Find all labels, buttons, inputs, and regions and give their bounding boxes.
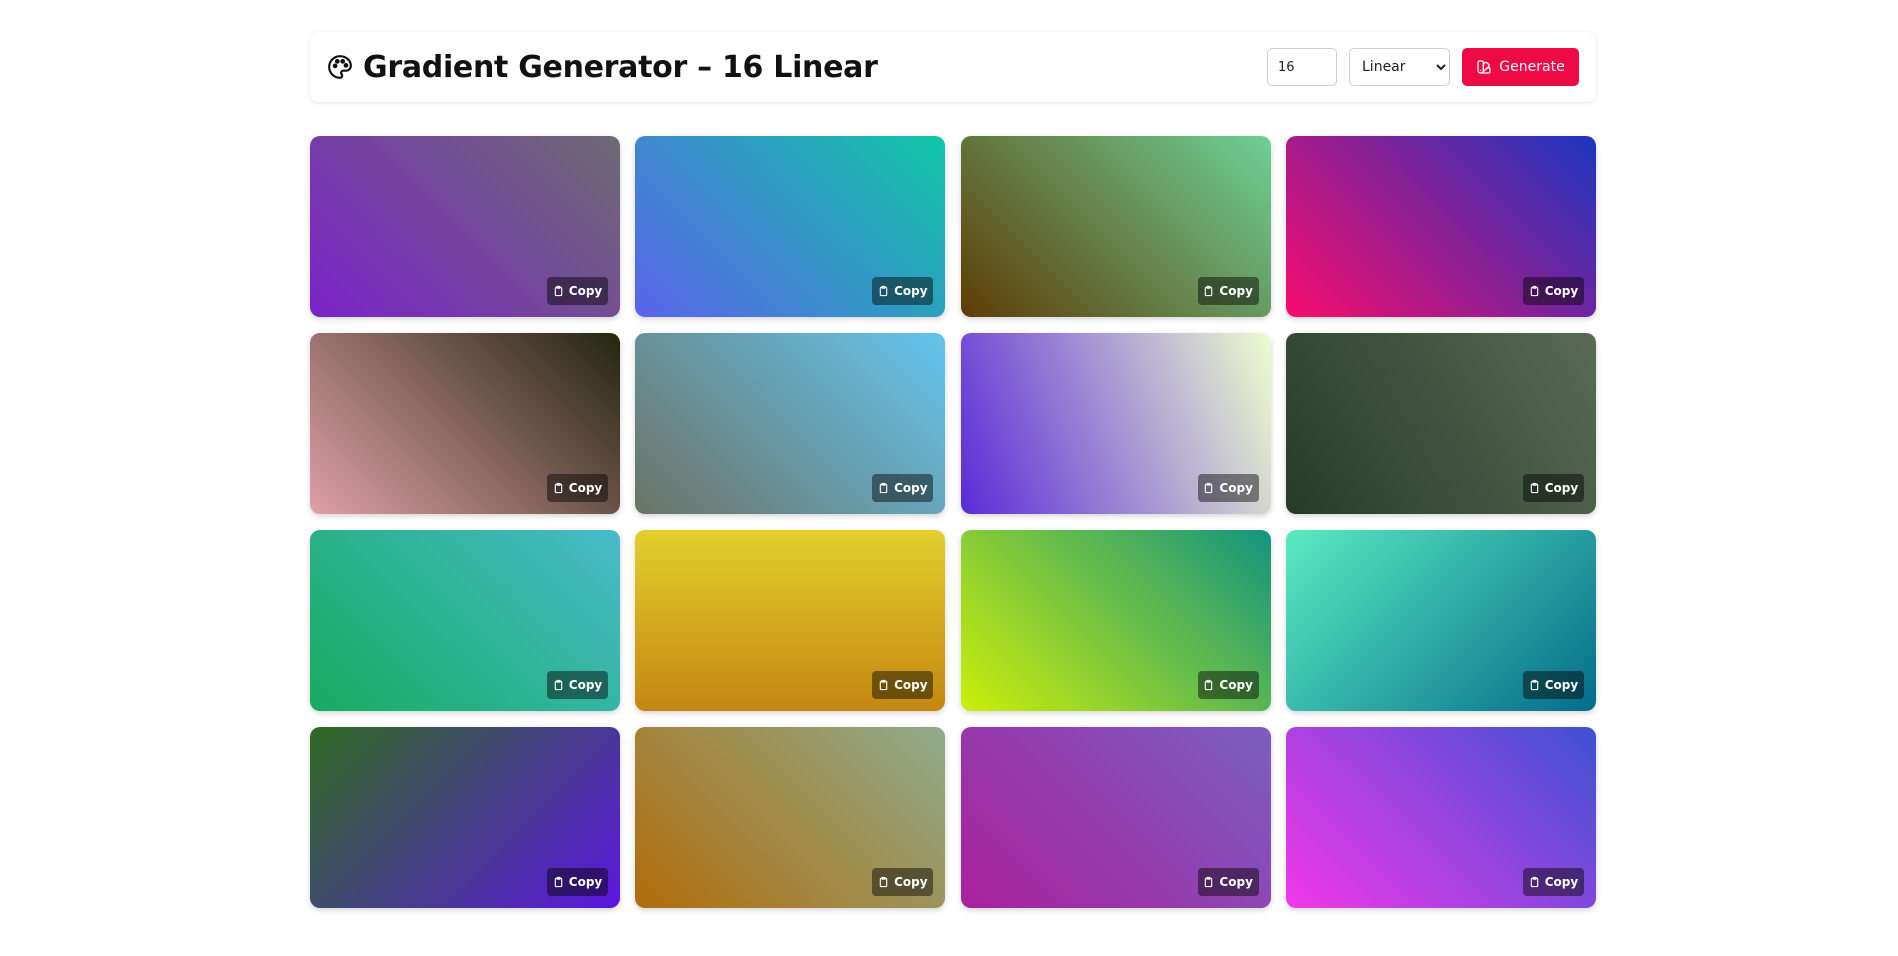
gradient-card[interactable]: Copy — [310, 333, 620, 514]
copy-button[interactable]: Copy — [1522, 474, 1584, 502]
copy-button[interactable]: Copy — [1197, 474, 1259, 502]
gradient-card[interactable]: Copy — [1285, 530, 1596, 711]
gradient-card[interactable]: Copy — [310, 530, 620, 711]
copy-button[interactable]: Copy — [1522, 868, 1584, 896]
gradient-type-select[interactable]: Linear — [1349, 48, 1450, 86]
page-title: Gradient Generator – 16 Linear — [363, 49, 878, 85]
title-group: Gradient Generator – 16 Linear — [327, 50, 878, 85]
copy-label: Copy — [894, 284, 928, 298]
copy-label: Copy — [1219, 481, 1253, 495]
clipboard-icon — [1203, 285, 1214, 297]
copy-button[interactable]: Copy — [872, 277, 934, 305]
copy-button[interactable]: Copy — [547, 868, 608, 896]
gradient-card[interactable]: Copy — [960, 136, 1271, 317]
clipboard-icon — [878, 285, 889, 297]
gradient-card[interactable]: Copy — [1285, 727, 1596, 908]
clipboard-icon — [1529, 679, 1540, 691]
gradient-card[interactable]: Copy — [1285, 333, 1596, 514]
header-bar: Gradient Generator – 16 Linear Linear Ge… — [310, 32, 1596, 102]
gradient-card[interactable]: Copy — [960, 530, 1271, 711]
copy-button[interactable]: Copy — [547, 671, 608, 699]
count-input[interactable] — [1267, 48, 1337, 86]
copy-label: Copy — [1219, 875, 1253, 889]
gradient-card[interactable]: Copy — [635, 530, 946, 711]
copy-button[interactable]: Copy — [1522, 277, 1584, 305]
copy-button[interactable]: Copy — [872, 474, 934, 502]
copy-button[interactable]: Copy — [1197, 277, 1259, 305]
copy-label: Copy — [1544, 481, 1579, 495]
palette-icon — [327, 54, 353, 80]
clipboard-icon — [1203, 679, 1214, 691]
gradient-card[interactable]: Copy — [310, 727, 620, 908]
copy-label: Copy — [1544, 284, 1579, 298]
clipboard-icon — [1203, 876, 1214, 888]
copy-label: Copy — [1219, 678, 1253, 692]
clipboard-icon — [878, 482, 889, 494]
clipboard-icon — [553, 482, 564, 494]
copy-label: Copy — [894, 875, 928, 889]
clipboard-icon — [878, 876, 889, 888]
copy-button[interactable]: Copy — [872, 868, 934, 896]
copy-label: Copy — [568, 284, 603, 298]
clipboard-icon — [1529, 482, 1540, 494]
gradient-card[interactable]: Copy — [960, 333, 1271, 514]
swatches-icon — [1476, 59, 1492, 75]
copy-label: Copy — [1544, 875, 1579, 889]
gradient-card[interactable]: Copy — [635, 136, 946, 317]
generate-button[interactable]: Generate — [1462, 48, 1579, 86]
clipboard-icon — [553, 285, 564, 297]
copy-button[interactable]: Copy — [872, 671, 934, 699]
gradient-card[interactable]: Copy — [310, 136, 620, 317]
copy-button[interactable]: Copy — [1197, 671, 1259, 699]
clipboard-icon — [1203, 482, 1214, 494]
copy-button[interactable]: Copy — [547, 277, 608, 305]
copy-label: Copy — [568, 875, 603, 889]
generate-label: Generate — [1499, 59, 1565, 75]
gradient-card[interactable]: Copy — [960, 727, 1271, 908]
gradient-card[interactable]: Copy — [635, 727, 946, 908]
copy-button[interactable]: Copy — [547, 474, 608, 502]
clipboard-icon — [1529, 285, 1540, 297]
clipboard-icon — [553, 679, 564, 691]
copy-label: Copy — [1544, 678, 1579, 692]
copy-label: Copy — [568, 678, 603, 692]
copy-button[interactable]: Copy — [1197, 868, 1259, 896]
clipboard-icon — [878, 679, 889, 691]
copy-button[interactable]: Copy — [1522, 671, 1584, 699]
controls: Linear Generate — [1267, 48, 1579, 86]
copy-label: Copy — [568, 481, 603, 495]
gradient-card[interactable]: Copy — [635, 333, 946, 514]
gradient-grid: Copy Copy Copy Copy Copy Copy Copy Copy Copy Copy… — [310, 136, 1596, 908]
copy-label: Copy — [894, 481, 928, 495]
clipboard-icon — [1529, 876, 1540, 888]
clipboard-icon — [553, 876, 564, 888]
gradient-card[interactable]: Copy — [1285, 136, 1596, 317]
copy-label: Copy — [894, 678, 928, 692]
copy-label: Copy — [1219, 284, 1253, 298]
